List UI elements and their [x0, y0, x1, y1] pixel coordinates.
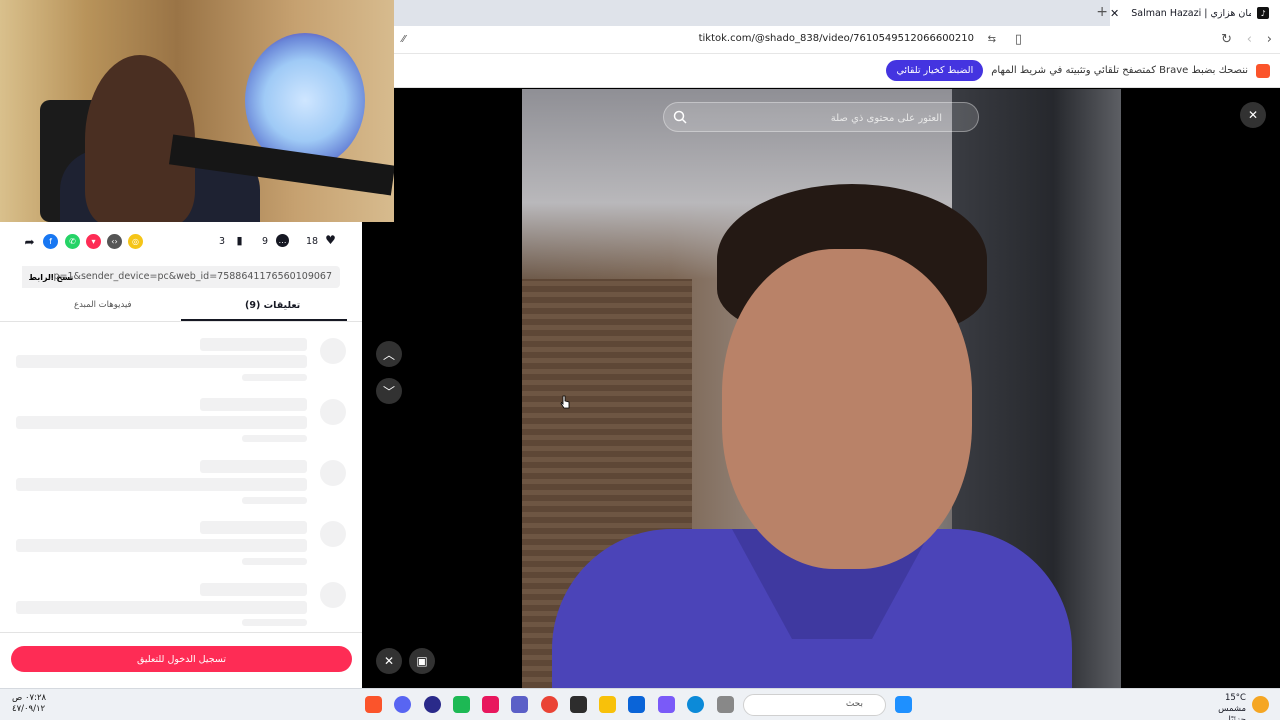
- embed-icon[interactable]: ‹›: [107, 234, 122, 249]
- site-settings-icon[interactable]: ⇆: [988, 34, 996, 45]
- skeleton-line: [200, 338, 307, 351]
- facebook-icon[interactable]: f: [43, 234, 58, 249]
- skeleton-line: [200, 460, 307, 473]
- share-link-text[interactable]: ...p=1&sender_device=pc&web_id=758864117…: [44, 271, 332, 282]
- chevron-up-icon[interactable]: ︿: [376, 341, 402, 367]
- login-to-comment-button[interactable]: تسجيل الدخول للتعليق: [11, 646, 352, 672]
- back-icon[interactable]: ‹: [1247, 32, 1252, 47]
- weather-temp: 15°C: [1224, 693, 1246, 703]
- pinterest-icon[interactable]: ▾: [86, 234, 101, 249]
- address-bar: › ‹ ↻ ▯ ⇆ tiktok.com/@shado_838/video/76…: [394, 26, 1280, 54]
- brave-icon: [1256, 63, 1270, 78]
- heart-icon[interactable]: ♥: [324, 234, 337, 247]
- tiktok-icon: ♪: [1257, 7, 1270, 19]
- chrome-icon[interactable]: [541, 696, 558, 713]
- skeleton-line: [200, 583, 307, 596]
- taskbar-search-placeholder: بحث: [845, 699, 863, 709]
- skeleton-line: [242, 374, 307, 381]
- login-bar: تسجيل الدخول للتعليق: [0, 632, 362, 688]
- like-count: 18: [306, 236, 319, 247]
- skeleton-line: [16, 601, 307, 614]
- set-default-button[interactable]: الضبط كخيار تلقائي: [886, 60, 984, 81]
- skeleton-avatar: [320, 521, 346, 547]
- skeleton-avatar: [320, 338, 346, 364]
- bookmark-icon[interactable]: ▯: [1015, 32, 1022, 47]
- share-link-box: نسخ الرابط ...p=1&sender_device=pc&web_i…: [22, 266, 340, 288]
- new-tab-icon[interactable]: +: [1096, 4, 1108, 20]
- skeleton-line: [242, 558, 307, 565]
- tab-comments[interactable]: (9) تعليقات: [245, 300, 300, 311]
- tab-creator-videos[interactable]: فيديوهات المبدع: [74, 300, 132, 310]
- app-icon[interactable]: [424, 696, 441, 713]
- clock-date: ٤٧/٠٩/١٢: [12, 704, 46, 714]
- skeleton-line: [200, 521, 307, 534]
- clock-time: ٠٧:٢٨ ص: [12, 693, 47, 703]
- teams-icon[interactable]: [511, 696, 528, 713]
- skeleton-line: [16, 478, 307, 491]
- coin-icon[interactable]: ◎: [128, 234, 143, 249]
- active-tab-indicator: [181, 319, 347, 321]
- outlook-icon[interactable]: [628, 696, 645, 713]
- active-tab[interactable]: ♪ Salman Hazazi | سلمان هزازي (@ ✕: [1110, 0, 1280, 26]
- reload-icon[interactable]: ↻: [1221, 32, 1232, 47]
- share-arrow-icon[interactable]: ➦: [22, 234, 37, 249]
- store-icon[interactable]: [570, 696, 587, 713]
- skeleton-line: [200, 398, 307, 411]
- weather-desc: مشمس جزئيًا: [1218, 704, 1246, 720]
- action-row: ♥ 18 … 9 ▮ 3 ◎ ‹› ▾ ✆ f ➦: [0, 234, 362, 254]
- webcam-overlay: [0, 0, 394, 222]
- taskbar-search[interactable]: بحث: [743, 694, 886, 716]
- app-icon[interactable]: [717, 696, 734, 713]
- tab-bar: + ♪ Salman Hazazi | سلمان هزازي (@ ✕: [394, 0, 1280, 26]
- start-icon[interactable]: [895, 696, 912, 713]
- panel-tabs: (9) تعليقات فيديوهات المبدع: [0, 298, 362, 322]
- weather-widget[interactable]: 15°C مشمس جزئيًا: [1200, 693, 1246, 720]
- url-field[interactable]: tiktok.com/@shado_838/video/761054951206…: [699, 33, 974, 44]
- skeleton-line: [242, 435, 307, 442]
- skeleton-line: [242, 497, 307, 504]
- default-browser-infobar: ننصحك بضبط Brave كمتصفح تلقائي وتثبيته ف…: [394, 54, 1280, 88]
- brave-icon[interactable]: [365, 696, 382, 713]
- related-search-input[interactable]: [682, 108, 942, 128]
- tab-title: Salman Hazazi | سلمان هزازي (@: [1131, 7, 1252, 19]
- infobar-message: ننصحك بضبط Brave كمتصفح تلقائي وتثبيته ف…: [991, 65, 1248, 76]
- skeleton-avatar: [320, 399, 346, 425]
- system-clock[interactable]: ٠٧:٢٨ ص ٤٧/٠٩/١٢: [12, 693, 46, 715]
- chevron-down-icon[interactable]: ﹀: [376, 378, 402, 404]
- weather-sun-icon: [1252, 696, 1269, 713]
- app-icon[interactable]: [482, 696, 499, 713]
- skeleton-line: [16, 416, 307, 429]
- comment-count: 9: [262, 236, 269, 247]
- search-icon[interactable]: [672, 109, 688, 125]
- brave-rewards-icon[interactable]: ⁄⁄: [402, 34, 405, 45]
- forward-icon[interactable]: ›: [1267, 32, 1272, 47]
- save-count: 3: [219, 236, 226, 247]
- video-subject-face: [722, 249, 972, 569]
- comment-icon[interactable]: …: [276, 234, 289, 247]
- close-icon[interactable]: ✕: [1240, 102, 1266, 128]
- skeleton-avatar: [320, 460, 346, 486]
- taskbar: ٠٧:٢٨ ص ٤٧/٠٩/١٢ بحث 15°C مشمس جزئيًا: [0, 688, 1280, 720]
- edge-icon[interactable]: [687, 696, 704, 713]
- video-player[interactable]: [522, 89, 1121, 688]
- related-search-box: [663, 102, 979, 132]
- skeleton-line: [16, 539, 307, 552]
- mute-icon[interactable]: ✕: [376, 648, 402, 674]
- skeleton-avatar: [320, 582, 346, 608]
- floating-player-icon[interactable]: ▣: [409, 648, 435, 674]
- skeleton-line: [242, 619, 307, 626]
- bookmark-icon[interactable]: ▮: [233, 234, 246, 247]
- app-icon[interactable]: [453, 696, 470, 713]
- skeleton-line: [16, 355, 307, 368]
- copilot-icon[interactable]: [658, 696, 675, 713]
- details-panel: ♥ 18 … 9 ▮ 3 ◎ ‹› ▾ ✆ f ➦ نسخ الرابط ...…: [0, 222, 362, 688]
- whatsapp-icon[interactable]: ✆: [65, 234, 80, 249]
- close-tab-icon[interactable]: ✕: [1110, 7, 1119, 20]
- discord-icon[interactable]: [394, 696, 411, 713]
- hand-cursor-icon: [560, 395, 570, 409]
- folder-icon[interactable]: [599, 696, 616, 713]
